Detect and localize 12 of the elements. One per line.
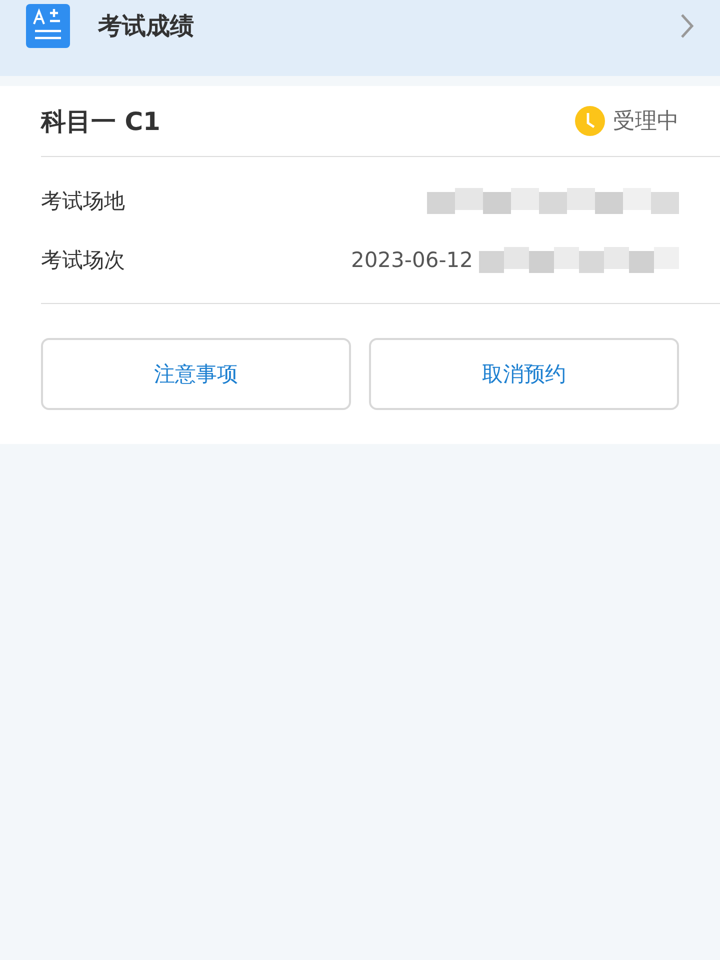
action-button[interactable]: 注意事项 xyxy=(41,338,351,410)
header-title: 考试成绩 xyxy=(98,11,195,42)
chevron-right-icon xyxy=(680,13,694,39)
grade-document-icon xyxy=(26,4,70,48)
status-text: 受理中 xyxy=(613,108,679,136)
header-bar[interactable]: 考试成绩 xyxy=(0,0,720,76)
field-value: 2023-06-12 xyxy=(350,248,473,272)
subject-title: 科目一 C1 xyxy=(41,106,162,138)
field-label: 考试场地 xyxy=(41,188,126,214)
clock-icon xyxy=(575,106,605,136)
action-button[interactable]: 取消预约 xyxy=(369,338,679,410)
field-label: 考试场次 xyxy=(41,246,126,274)
